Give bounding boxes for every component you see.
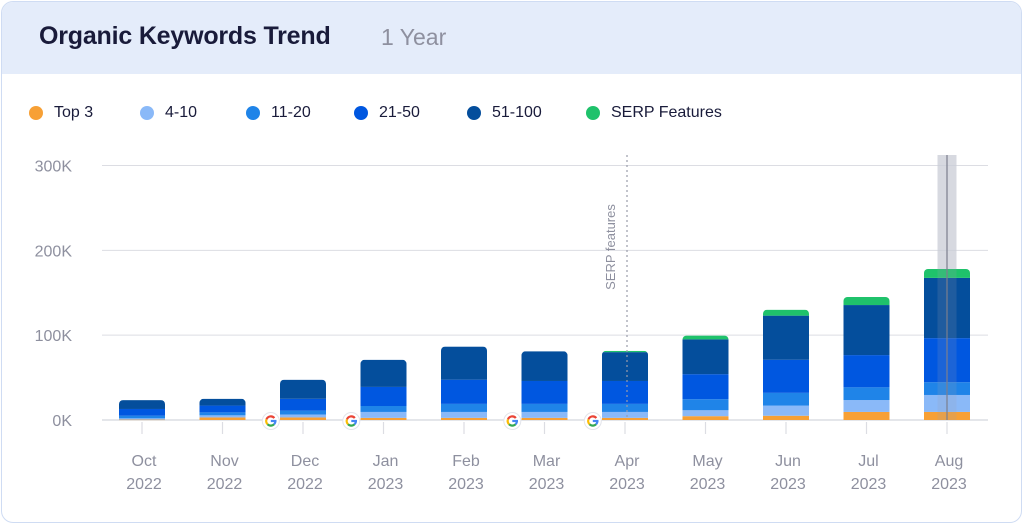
bar-segment-11-20 [199, 412, 246, 416]
bar-segment-11-20 [441, 403, 487, 412]
x-tick-label-month: Feb [452, 453, 480, 470]
bar-stack-jun-2023[interactable] [763, 309, 809, 420]
bar-segment-top-3 [199, 417, 246, 420]
bar-segment-4-10 [602, 411, 648, 418]
x-tick-label-month: Mar [533, 453, 561, 470]
bar-segment-4-10 [441, 411, 487, 418]
bar-segment-top-3 [602, 417, 648, 420]
bar-segment-21-50 [199, 405, 246, 413]
bar-segment-21-50 [119, 408, 165, 416]
bar-segment-51-100 [602, 352, 648, 381]
x-tick-label-year: 2023 [851, 476, 887, 493]
bar-segment-serp-features [682, 335, 729, 340]
x-tick-label-year: 2023 [690, 476, 726, 493]
x-tick-label-year: 2022 [287, 476, 323, 493]
x-tick-label-year: 2023 [368, 476, 404, 493]
bar-segment-4-10 [199, 415, 246, 418]
bar-segment-11-20 [119, 415, 165, 419]
bar-segment-51-100 [119, 400, 165, 409]
x-tick-label-month: Jun [775, 453, 801, 470]
bar-segment-4-10 [521, 411, 568, 418]
stacked-bar-chart: 0K 100K 200K 300K Oct 2022 Nov 2022 Dec 2022 Jan 20… [35, 155, 988, 493]
x-tick-label-month: Jan [373, 453, 399, 470]
bar-segment-51-100 [360, 359, 407, 387]
y-tick-label: 300K [35, 159, 73, 176]
bar-segment-51-100 [843, 305, 890, 356]
x-tick-label-month: Dec [291, 453, 319, 470]
bar-segment-21-50 [763, 359, 809, 393]
bar-segment-top-3 [119, 419, 165, 421]
bar-segment-21-50 [602, 380, 648, 404]
bar-segment-21-50 [360, 386, 407, 407]
bar-stack-may-2023[interactable] [682, 335, 729, 420]
bar-segment-4-10 [763, 405, 809, 416]
bar-segment-11-20 [521, 403, 568, 412]
bar-segment-serp-features [763, 309, 809, 316]
bar-segment-4-10 [360, 411, 407, 418]
bar-segment-11-20 [360, 406, 407, 412]
bar-segment-top-3 [682, 416, 729, 420]
bar-segment-51-100 [280, 379, 326, 399]
bar-segment-serp-features [843, 296, 890, 306]
bar-stack-apr-2023[interactable] [602, 350, 648, 420]
bar-segment-4-10 [682, 410, 729, 417]
y-tick-label: 200K [35, 243, 73, 260]
bar-segment-4-10 [843, 400, 890, 412]
x-tick-label-month: Jul [858, 453, 878, 470]
x-tick-label-year: 2023 [609, 476, 645, 493]
bar-segment-top-3 [763, 415, 809, 420]
google-update-icon[interactable] [261, 412, 280, 430]
bar-segment-top-3 [280, 417, 326, 420]
bar-segment-4-10 [280, 414, 326, 418]
x-tick-label-month: Aug [935, 453, 963, 470]
bar-segment-21-50 [280, 398, 326, 411]
x-tick-label-year: 2023 [931, 476, 967, 493]
x-tick-label-year: 2023 [529, 476, 565, 493]
y-tick-label: 0K [52, 413, 72, 430]
x-tick-label-month: Apr [615, 453, 641, 470]
x-tick-label-month: Nov [210, 453, 238, 470]
bar-segment-21-50 [843, 355, 890, 388]
serp-features-annotation: SERP features [603, 204, 618, 290]
x-tick-label-year: 2022 [207, 476, 243, 493]
bar-segment-51-100 [682, 339, 729, 375]
bar-segment-51-100 [199, 398, 246, 406]
bar-segment-11-20 [280, 410, 326, 415]
x-tick-label-month: May [692, 453, 722, 470]
bar-stack-jul-2023[interactable] [843, 296, 890, 420]
bar-segment-21-50 [441, 379, 487, 404]
x-tick-label-year: 2023 [770, 476, 806, 493]
bar-stack-mar-2023[interactable] [521, 351, 568, 420]
y-tick-label: 100K [35, 328, 73, 345]
bar-segment-51-100 [521, 351, 568, 381]
bar-segment-top-3 [441, 417, 487, 420]
google-update-icon[interactable] [342, 412, 361, 430]
x-tick-label-month: Oct [132, 453, 157, 470]
bar-segment-top-3 [843, 411, 890, 420]
google-update-icon[interactable] [503, 412, 522, 430]
x-tick-label-year: 2023 [448, 476, 484, 493]
bar-segment-11-20 [602, 403, 648, 412]
bar-segment-11-20 [843, 387, 890, 401]
bar-segment-4-10 [119, 418, 165, 420]
bar-segment-top-3 [360, 417, 407, 420]
google-update-icon[interactable] [583, 412, 602, 430]
bar-segment-11-20 [763, 392, 809, 406]
bar-stack-oct-2022[interactable] [119, 400, 165, 421]
bar-stack-dec-2022[interactable] [280, 379, 326, 420]
bar-segment-21-50 [682, 374, 729, 400]
bar-segment-serp-features [602, 350, 648, 353]
bar-segment-top-3 [521, 417, 568, 420]
x-tick-label-year: 2022 [126, 476, 162, 493]
bar-segment-51-100 [763, 315, 809, 360]
bar-segment-21-50 [521, 380, 568, 404]
bar-stack-jan-2023[interactable] [360, 359, 407, 420]
bar-segment-51-100 [441, 346, 487, 380]
bar-segment-11-20 [682, 399, 729, 411]
bar-stack-feb-2023[interactable] [441, 346, 487, 420]
bar-stack-nov-2022[interactable] [199, 398, 246, 420]
